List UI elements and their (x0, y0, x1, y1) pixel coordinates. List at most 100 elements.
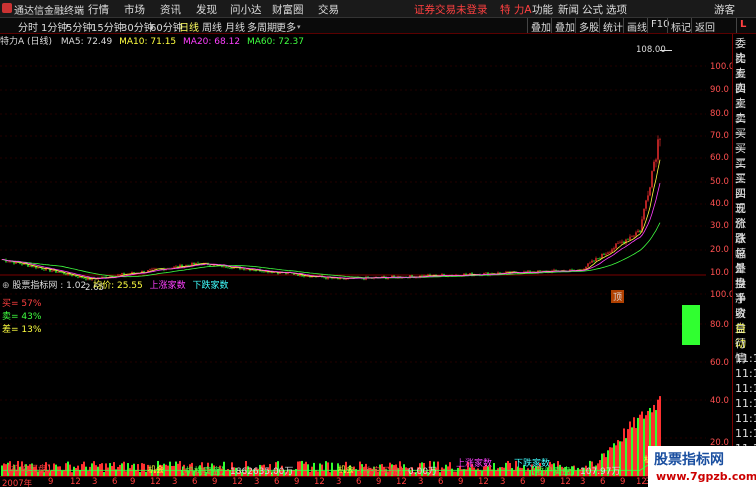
candle-body (429, 274, 431, 276)
multi-stock-button[interactable]: 多股 (575, 18, 602, 34)
date-tick: 3 (254, 477, 260, 487)
side-panel-item[interactable]: 11:1 (735, 411, 756, 426)
period-monthly[interactable]: 月线 (225, 19, 245, 34)
indicator-bar (101, 463, 103, 476)
candle-body (621, 241, 623, 243)
mark-button[interactable]: 标记 (667, 18, 694, 34)
indicator-bar (447, 466, 449, 476)
candle-body (593, 260, 595, 262)
candle-body (297, 274, 299, 276)
indicator-bar (509, 463, 511, 476)
institution-buy-label: 【机构买盘】 (2, 465, 57, 475)
period-multi[interactable]: 多周期 (247, 19, 277, 34)
candle-body (653, 161, 655, 172)
candle-body (151, 268, 153, 270)
date-tick: 9 (130, 477, 136, 487)
indicator-bar (111, 465, 113, 476)
menu-wenxiaoda[interactable]: 问小达 (230, 2, 262, 17)
indicator-bar (629, 421, 631, 476)
side-panel-item[interactable]: 11:1 (735, 351, 756, 366)
side-panel-item[interactable]: 11:1 (735, 381, 756, 396)
indicator-bar (123, 461, 125, 476)
candle-body (231, 268, 233, 269)
indicator-bar (635, 428, 637, 476)
candle-body (29, 265, 31, 267)
price-tick: 70.0 (710, 131, 729, 141)
indicator-name[interactable]: 股票指标网 : 1.02 (12, 281, 86, 291)
candle-body (643, 208, 645, 220)
candlestick-series (1, 135, 661, 281)
date-tick: 9 (458, 477, 464, 487)
period-15min[interactable]: 15分钟 (91, 19, 124, 34)
site-watermark: 股票指标网 www.7gpzb.com (648, 446, 756, 487)
menu-faxian[interactable]: 发现 (196, 2, 217, 17)
login-status[interactable]: 证券交易未登录 (414, 2, 488, 17)
indicator-bar (167, 465, 169, 476)
more-chevron-icon: ▾ (297, 23, 301, 31)
date-tick: 6 (112, 477, 118, 487)
period-fenshi[interactable]: 分时 (18, 19, 38, 34)
price-tick: 40.0 (710, 199, 729, 209)
side-panel-item[interactable]: 11:1 (735, 366, 756, 381)
candle-body (597, 258, 599, 259)
candle-body (41, 268, 43, 270)
candle-body (615, 243, 617, 249)
candle-body (261, 271, 263, 273)
candle-body (629, 236, 631, 241)
candle-body (627, 239, 629, 241)
candle-body (651, 171, 653, 188)
candle-body (133, 272, 135, 274)
candle-body (507, 271, 509, 273)
overlay-button-1[interactable]: 叠加 (527, 18, 554, 34)
menu-xinwen[interactable]: 新闻 (558, 2, 579, 17)
indicator-bar (451, 468, 453, 476)
menu-xuanxiang[interactable]: 选项 (606, 2, 627, 17)
kline-chart-area[interactable] (0, 46, 706, 476)
overlay-button-2[interactable]: 叠加 (551, 18, 578, 34)
menu-caifuquan[interactable]: 财富圈 (272, 2, 304, 17)
candle-body (75, 275, 77, 277)
indicator-avg: 均价: 25.55 (93, 281, 143, 291)
menu-shichang[interactable]: 市场 (124, 2, 145, 17)
statistics-button[interactable]: 统计 (599, 18, 626, 34)
menu-hangqing[interactable]: 行情 (88, 2, 109, 17)
period-30min[interactable]: 30分钟 (121, 19, 154, 34)
back-button[interactable]: 返回 (691, 18, 718, 34)
candle-body (65, 274, 67, 275)
indicator-bar (129, 468, 131, 476)
period-1min[interactable]: 1分钟 (41, 19, 67, 34)
panel-toggle-button[interactable]: L (736, 18, 749, 33)
candle-body (307, 276, 309, 277)
candle-body (51, 270, 53, 272)
ma10-line (1, 159, 661, 280)
side-panel-item[interactable]: 11:1 (735, 396, 756, 411)
period-daily[interactable]: 日线 (179, 19, 199, 34)
candle-body (639, 230, 641, 232)
period-5min[interactable]: 5分钟 (66, 19, 92, 34)
side-panel-item[interactable]: 11:1 (735, 426, 756, 441)
indicator-bar (633, 417, 635, 476)
draw-line-button[interactable]: 画线 (623, 18, 650, 34)
user-label[interactable]: 游客 (714, 2, 735, 17)
menu-gongneng[interactable]: 功能 (532, 2, 553, 17)
title-bar: 通达信金融终端 行情 市场 资讯 发现 问小达 财富圈 交易 证券交易未登录 特… (0, 0, 756, 18)
date-tick: 3 (336, 477, 342, 487)
menu-gongshi[interactable]: 公式 (582, 2, 603, 17)
menu-jiaoyi[interactable]: 交易 (318, 2, 339, 17)
menu-zixun[interactable]: 资讯 (160, 2, 181, 17)
up-count-label: 上涨家数 (456, 459, 493, 469)
period-more[interactable]: 更多 (276, 19, 296, 34)
date-tick: 6 (438, 477, 444, 487)
indicator-bar (303, 463, 305, 476)
indicator-bar (77, 465, 79, 476)
indicator-bar (505, 462, 507, 476)
indicator-bar (449, 462, 451, 476)
candle-body (527, 270, 529, 272)
indicator-bar (325, 461, 327, 476)
period-60min[interactable]: 60分钟 (150, 19, 183, 34)
candle-body (73, 275, 75, 277)
watermark-title: 股票指标网 (654, 452, 724, 468)
ma-info-row: 特力A (日线) MA5: 72.49 MA10: 71.15 MA20: 68… (0, 34, 706, 47)
period-weekly[interactable]: 周线 (202, 19, 222, 34)
date-tick: 9 (620, 477, 626, 487)
